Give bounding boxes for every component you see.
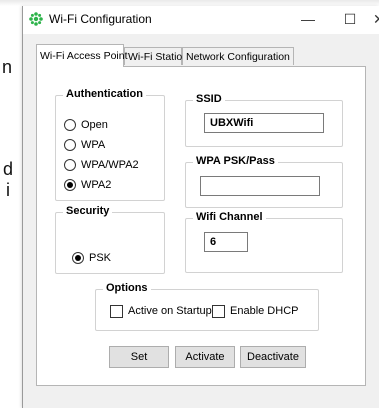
- radio-label: Open: [81, 119, 108, 131]
- tab-network-configuration[interactable]: Network Configuration: [182, 47, 294, 65]
- options-group: Options Active on Startup Enable DHCP: [95, 282, 319, 331]
- ssid-group: SSID UBXWifi: [185, 93, 343, 147]
- authentication-group-title: Authentication: [63, 88, 146, 100]
- background-text-fragment: n: [2, 57, 13, 77]
- title-bar[interactable]: Wi-Fi Configuration — ☐ ✕: [23, 6, 379, 34]
- checkbox[interactable]: [212, 305, 225, 318]
- radio-label: WPA: [81, 139, 106, 151]
- checkbox[interactable]: [110, 305, 123, 318]
- checkbox-label: Enable DHCP: [230, 305, 299, 317]
- close-button[interactable]: ✕: [373, 6, 379, 34]
- window-title: Wi-Fi Configuration: [49, 12, 152, 26]
- options-group-title: Options: [103, 282, 151, 294]
- wifi-channel-input[interactable]: 6: [204, 232, 248, 252]
- maximize-button[interactable]: ☐: [335, 6, 365, 34]
- activate-button[interactable]: Activate: [175, 346, 235, 368]
- security-group-title: Security: [63, 205, 113, 217]
- tab-label: Wi-Fi Access Point: [40, 50, 128, 62]
- radio-button-selected[interactable]: [72, 252, 84, 264]
- radio-label: PSK: [89, 252, 112, 264]
- checkbox-label: Active on Startup: [128, 305, 212, 317]
- deactivate-button[interactable]: Deactivate: [240, 346, 306, 368]
- radio-button[interactable]: [64, 139, 76, 151]
- radio-button[interactable]: [64, 159, 76, 171]
- tab-wifi-station[interactable]: Wi-Fi Station: [124, 47, 188, 65]
- background-text-fragment: i: [6, 180, 10, 200]
- minimize-button[interactable]: —: [293, 6, 323, 34]
- app-icon: [29, 12, 43, 26]
- set-button[interactable]: Set: [109, 346, 169, 368]
- wifi-channel-group-title: Wifi Channel: [193, 211, 266, 223]
- tab-wifi-access-point[interactable]: Wi-Fi Access Point: [36, 44, 128, 67]
- ssid-input[interactable]: UBXWifi: [204, 113, 324, 133]
- security-group: Security PSK: [55, 205, 165, 274]
- tab-label: Wi-Fi Station: [128, 51, 189, 63]
- tab-panel-wifi-access-point: Authentication Open WPA WPA/WPA2 WPA2 SS…: [36, 66, 366, 386]
- ssid-group-title: SSID: [193, 93, 225, 105]
- tab-label: Network Configuration: [186, 51, 290, 63]
- wpa-psk-group-title: WPA PSK/Pass: [193, 155, 278, 167]
- radio-label: WPA2: [81, 179, 112, 191]
- radio-button[interactable]: [64, 119, 76, 131]
- wpa-psk-group: WPA PSK/Pass: [185, 155, 343, 208]
- wifi-channel-group: Wifi Channel 6: [185, 211, 343, 273]
- wifi-configuration-window: Wi-Fi Configuration — ☐ ✕ Wi-Fi Access P…: [22, 6, 379, 408]
- authentication-group: Authentication Open WPA WPA/WPA2 WPA2: [55, 88, 165, 201]
- wpa-psk-input[interactable]: [200, 176, 320, 196]
- background-text-fragment: d: [3, 159, 14, 179]
- radio-button-selected[interactable]: [64, 179, 76, 191]
- radio-label: WPA/WPA2: [81, 159, 139, 171]
